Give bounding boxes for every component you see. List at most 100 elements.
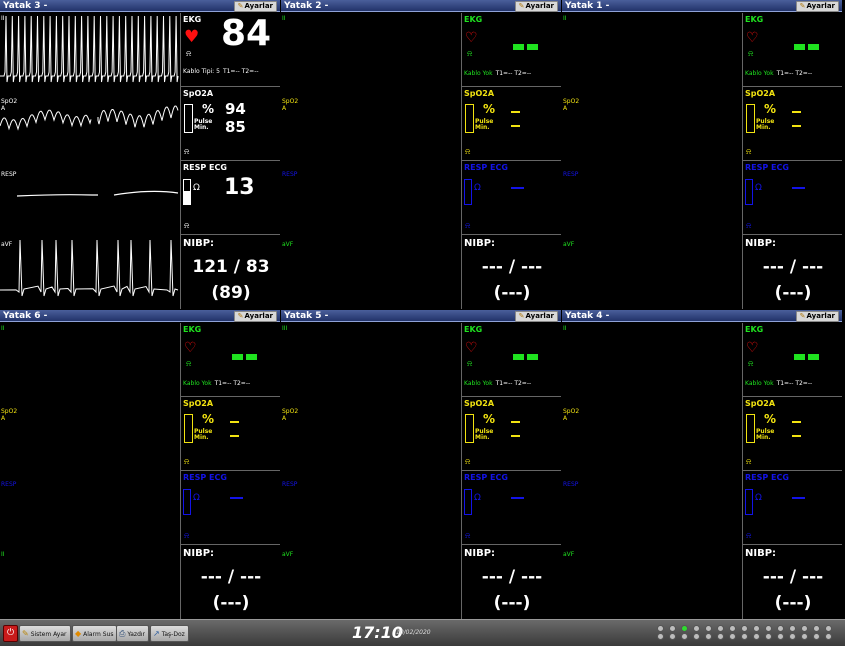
bed-panel[interactable]: Yatak 4 - ✎Ayarlar II SpO2 A RESP aVF EKG ♡ … [562,310,842,619]
t1t2-label: T1=-- T2=-- [214,380,251,387]
settings-icon: ✎ [237,2,244,10]
resp-box[interactable]: RESP ECG Ω ⍾ [181,471,280,545]
settings-button[interactable]: ✎Ayarlar [233,1,277,12]
spo2-box[interactable]: SpO2A % Pulse Min. ⍾ [743,87,842,161]
wave-label: SpO2 A [563,98,579,112]
nibp-value: --- / --- [200,567,262,587]
bed-title-bar: Yatak 2 - ✎Ayarlar [281,0,561,12]
settings-label: Ayarlar [244,312,273,320]
wave-label-text: II [1,551,5,558]
power-button[interactable]: ⏻ [3,625,18,642]
wave-label-text: II [1,15,5,22]
ekg-box[interactable]: EKG ♡ ⍾ Kablo Yok T1=-- T2=-- [743,13,842,87]
nibp-value: --- / --- [762,567,824,587]
resp-box[interactable]: RESP ECG Ω 13 ⍾ [181,161,280,235]
status-indicator-dot [717,633,724,640]
pulse-min-label: Pulse Min. [756,429,774,441]
pulse-min-label: Pulse Min. [194,429,212,441]
wave-label: III [282,325,287,332]
settings-button[interactable]: ✎Ayarlar [514,311,558,322]
spo2-percent: % [764,412,777,426]
spo2-box[interactable]: SpO2A % Pulse Min. 94 85 ⍾ [181,87,280,161]
ekg-box[interactable]: EKG ♡ ⍾ Kablo Yok T1=-- T2=-- [462,13,561,87]
ekg-avf-waveform [0,239,179,297]
settings-button[interactable]: ✎Ayarlar [795,1,839,12]
settings-button[interactable]: ✎Ayarlar [795,311,839,322]
nibp-title: NIBP: [745,238,777,249]
bed-panel[interactable]: Yatak 3 - ✎Ayarlar II SpO2 A RESP aVF EKG ♥ 8… [0,0,280,309]
spo2-box[interactable]: SpO2A % Pulse Min. ⍾ [743,397,842,471]
parameters-panel: EKG ♡ ⍾ Kablo Yok T1=-- T2=-- SpO2A % Pul… [742,13,842,309]
spo2-box[interactable]: SpO2A % Pulse Min. ⍾ [462,397,561,471]
spo2-box[interactable]: SpO2A % Pulse Min. ⍾ [181,397,280,471]
bed-title-bar: Yatak 1 - ✎Ayarlar [562,0,842,12]
parameters-panel: EKG ♡ ⍾ Kablo Yok T1=-- T2=-- SpO2A % Pul… [180,323,280,619]
ekg-box[interactable]: EKG ♡ ⍾ Kablo Yok T1=-- T2=-- [743,323,842,397]
yazdir-button[interactable]: ⎙ Yazdır [116,625,150,642]
wave-label-text: SpO2 [282,408,299,415]
bed-panel[interactable]: Yatak 2 - ✎Ayarlar II SpO2 A RESP aVF EKG ♡ … [281,0,561,309]
ekg-box[interactable]: EKG ♡ ⍾ Kablo Yok T1=-- T2=-- [181,323,280,397]
nibp-box[interactable]: NIBP: --- / --- (---) [743,235,842,309]
nibp-box[interactable]: NIBP: --- / --- (---) [462,545,561,619]
wave-label-text: RESP [1,171,17,178]
wave-label: aVF [563,241,574,248]
nibp-box[interactable]: NIBP: 121 / 83 (89) [181,235,280,309]
bed-panel[interactable]: Yatak 6 - ✎Ayarlar II SpO2 A RESP II EKG ♡ ⍾… [0,310,280,619]
ekg-box[interactable]: EKG ♡ ⍾ Kablo Yok T1=-- T2=-- [462,323,561,397]
settings-button[interactable]: ✎Ayarlar [514,1,558,12]
wave-label: SpO2 A [1,98,17,112]
t1t2-label: T1=-- T2=-- [495,70,532,77]
spo2-title: SpO2A [745,89,776,98]
wave-label: II [563,15,567,22]
resp-box[interactable]: RESP ECG Ω ⍾ [462,161,561,235]
syringe-icon: ↗ [153,629,160,638]
power-icon: ⏻ [6,628,15,638]
lungs-icon: Ω [193,493,200,503]
tas-doz-button[interactable]: ↗ Taş-Doz [150,625,189,642]
wave-label-sub: A [1,415,6,422]
cable-label: Kablo Yok [745,70,774,77]
wave-label-text: RESP [282,171,298,178]
waveform-area [0,13,179,309]
settings-button[interactable]: ✎Ayarlar [233,311,277,322]
status-indicator-dot [657,633,664,640]
ekg-title: EKG [183,325,202,334]
wave-label-text: II [1,325,5,332]
ekg-box[interactable]: EKG ♥ 84 ⍾ Kablo Tipi: 5 T1=-- T2=-- [181,13,280,87]
nibp-mean: (---) [774,593,812,613]
hr-dashes [513,345,542,360]
resp-dash [511,187,524,189]
wave-label-sub: A [563,415,568,422]
resp-value: 13 [224,175,255,200]
wave-label-text: aVF [282,551,294,558]
status-indicator-dot [693,633,700,640]
wave-label-sub: A [282,105,287,112]
resp-title: RESP ECG [464,163,508,172]
status-indicator-dot [669,633,676,640]
resp-box[interactable]: RESP ECG Ω ⍾ [743,471,842,545]
status-indicator-dot [741,633,748,640]
nibp-box[interactable]: NIBP: --- / --- (---) [462,235,561,309]
resp-box[interactable]: RESP ECG Ω ⍾ [743,161,842,235]
nibp-box[interactable]: NIBP: --- / --- (---) [743,545,842,619]
hr-value: 84 [221,13,272,54]
nibp-box[interactable]: NIBP: --- / --- (---) [181,545,280,619]
bed-panel[interactable]: Yatak 1 - ✎Ayarlar II SpO2 A RESP aVF EKG ♡ … [562,0,842,309]
pulse-dash [511,435,520,437]
alarm-sus-button[interactable]: ◆ Alarm Sus [72,625,118,642]
resp-bar [745,179,753,205]
settings-icon: ✎ [237,312,244,320]
resp-dash [792,187,805,189]
spo2-box[interactable]: SpO2A % Pulse Min. ⍾ [462,87,561,161]
wave-label-text: RESP [563,481,579,488]
sistem-ayar-button[interactable]: ✎ Sistem Ayar [19,625,71,642]
ekg-title: EKG [183,15,202,24]
bed-panel[interactable]: Yatak 5 - ✎Ayarlar III SpO2 A RESP aVF EKG ♡… [281,310,561,619]
resp-box[interactable]: RESP ECG Ω ⍾ [462,471,561,545]
nibp-mean: (---) [493,593,531,613]
parameters-panel: EKG ♥ 84 ⍾ Kablo Tipi: 5 T1=-- T2=-- SpO2A… [180,13,280,309]
spo2-title: SpO2A [183,89,214,98]
status-indicator-dot [777,633,784,640]
wave-label-text: SpO2 [282,98,299,105]
